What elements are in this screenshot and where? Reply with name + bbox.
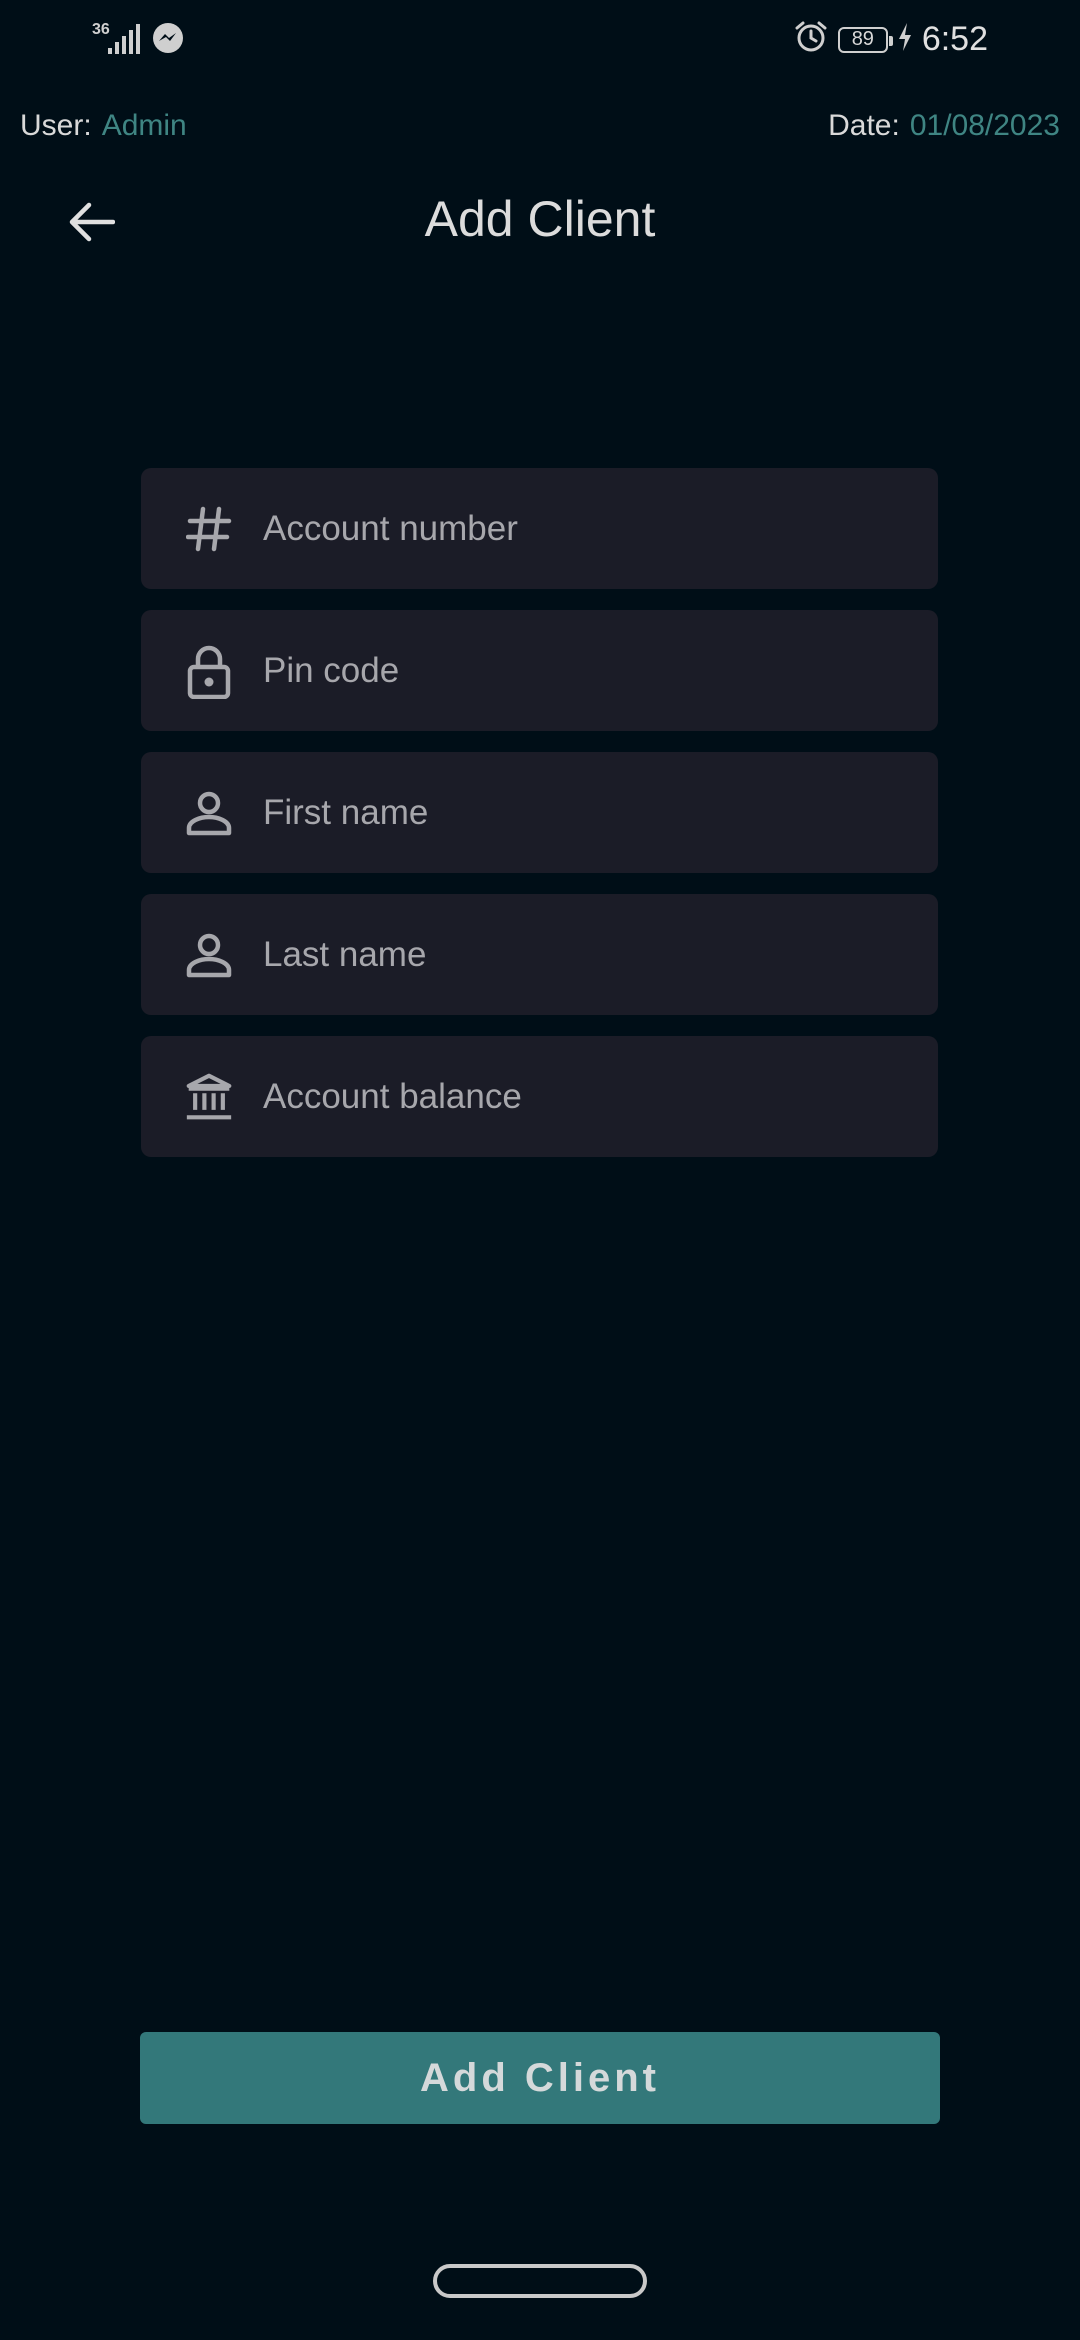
- person-icon: [185, 927, 233, 983]
- battery-icon: 89: [837, 26, 893, 53]
- user-label: User:: [20, 109, 92, 142]
- account-balance-input[interactable]: [263, 1066, 918, 1127]
- person-icon: [185, 785, 233, 841]
- date-value: 01/08/2023: [909, 109, 1060, 142]
- last-name-input[interactable]: [263, 924, 918, 985]
- first-name-field[interactable]: [141, 752, 938, 873]
- add-client-form: [141, 468, 938, 1178]
- alarm-icon: [794, 20, 828, 59]
- charging-icon: [898, 23, 912, 56]
- signal-icon: [107, 24, 142, 59]
- add-client-button[interactable]: Add Client: [140, 2032, 940, 2124]
- bank-icon: [185, 1069, 233, 1125]
- page-title: Add Client: [424, 191, 656, 247]
- lock-icon: [185, 643, 233, 699]
- status-right: 89 6:52: [794, 20, 988, 59]
- clock: 6:52: [921, 20, 988, 58]
- home-indicator[interactable]: [433, 2264, 647, 2298]
- date-label: Date:: [828, 109, 900, 142]
- account-balance-field[interactable]: [141, 1036, 938, 1157]
- pin-code-field[interactable]: [141, 610, 938, 731]
- first-name-input[interactable]: [263, 782, 918, 843]
- status-bar: 36 89 6:52: [0, 0, 1080, 84]
- last-name-field[interactable]: [141, 894, 938, 1015]
- messenger-icon: [152, 22, 184, 59]
- account-number-input[interactable]: [263, 498, 918, 559]
- info-row: User: Admin Date: 01/08/2023: [20, 104, 1060, 148]
- battery-level: 89: [851, 28, 874, 50]
- user-value: Admin: [101, 109, 187, 142]
- user-info: User: Admin: [20, 109, 187, 143]
- account-number-field[interactable]: [141, 468, 938, 589]
- status-left: 36: [92, 21, 184, 59]
- pin-code-input[interactable]: [263, 640, 918, 701]
- network-type: 36: [92, 21, 110, 38]
- hash-icon: [185, 501, 233, 557]
- date-info: Date: 01/08/2023: [828, 109, 1060, 143]
